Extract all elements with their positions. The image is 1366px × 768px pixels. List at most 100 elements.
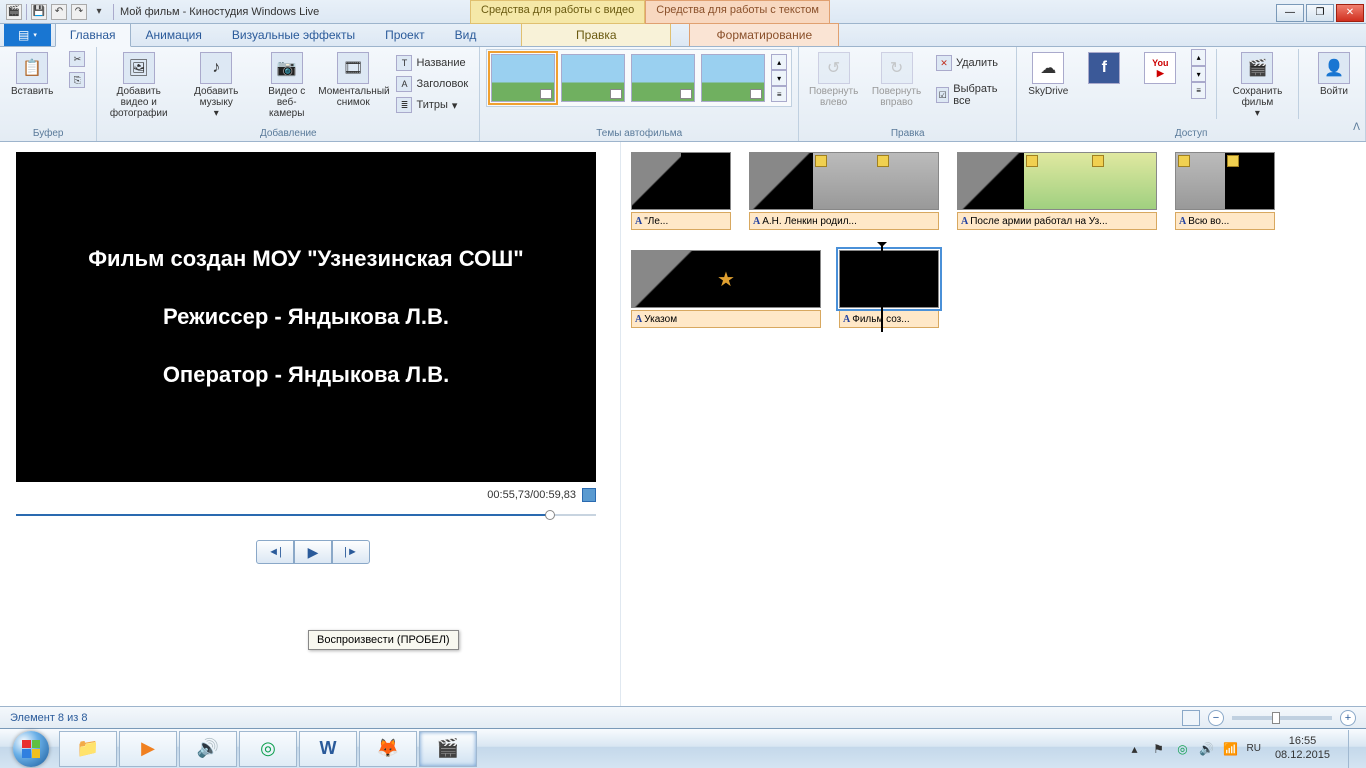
tray-volume-icon[interactable]: 🔊 xyxy=(1198,741,1214,757)
clip-1[interactable]: A"Ле... xyxy=(631,152,731,230)
add-caption-button[interactable]: AЗаголовок xyxy=(391,74,473,94)
clip-text-bar[interactable]: AУказом xyxy=(631,310,821,328)
clip-text-bar[interactable]: AПосле армии работал на Уз... xyxy=(957,212,1157,230)
undo-icon[interactable]: ↶ xyxy=(51,4,67,20)
redo-icon[interactable]: ↷ xyxy=(71,4,87,20)
status-element-count: Элемент 8 из 8 xyxy=(10,712,87,724)
tray-clock[interactable]: 16:55 08.12.2015 xyxy=(1269,735,1336,761)
theme-thumb-1[interactable] xyxy=(491,54,555,102)
paste-button[interactable]: 📋 Вставить xyxy=(6,49,58,100)
delete-button[interactable]: ✕Удалить xyxy=(931,53,1010,73)
share-scroll-down[interactable]: ▾ xyxy=(1191,66,1206,83)
select-all-button[interactable]: ☑Выбрать все xyxy=(931,81,1010,109)
playback-controls: ◄| ▶ |► xyxy=(16,540,610,564)
task-app1[interactable]: ◎ xyxy=(239,731,297,767)
add-video-photo-button[interactable]: 🖼 Добавить видео и фотографии xyxy=(103,49,174,122)
scissors-icon: ✂ xyxy=(69,51,85,67)
tab-view[interactable]: Вид xyxy=(440,23,492,46)
clip-4[interactable]: AВсю во... xyxy=(1175,152,1275,230)
clip-3[interactable]: AПосле армии работал на Уз... xyxy=(957,152,1157,230)
group-themes-label: Темы автофильма xyxy=(486,128,792,141)
copy-button[interactable]: ⎘ xyxy=(64,70,90,90)
share-scroll-up[interactable]: ▴ xyxy=(1191,49,1206,66)
save-icon[interactable]: 💾 xyxy=(31,4,47,20)
text-a-icon: A xyxy=(753,216,760,227)
zoom-slider[interactable] xyxy=(1232,716,1332,720)
task-moviemaker[interactable]: 🎬 xyxy=(419,731,477,767)
theme-thumb-2[interactable] xyxy=(561,54,625,102)
tab-project[interactable]: Проект xyxy=(370,23,440,46)
clip-thumbs[interactable] xyxy=(957,152,1157,210)
storyboard[interactable]: A"Ле... AА.Н. Ленкин родил... AПосле армии… xyxy=(620,142,1366,706)
tray-lang[interactable]: RU xyxy=(1246,741,1260,757)
task-sound[interactable]: 🔊 xyxy=(179,731,237,767)
task-mediaplayer[interactable]: ▶ xyxy=(119,731,177,767)
tab-animation[interactable]: Анимация xyxy=(131,23,217,46)
themes-scroll-down[interactable]: ▾ xyxy=(771,70,787,86)
file-tab[interactable]: ▤ xyxy=(4,24,51,46)
play-button[interactable]: ▶ xyxy=(294,540,332,564)
rotate-left-button[interactable]: ↺ Повернуть влево xyxy=(805,49,862,111)
clip-2[interactable]: AА.Н. Ленкин родил... xyxy=(749,152,939,230)
tab-effects[interactable]: Визуальные эффекты xyxy=(217,23,370,46)
collapse-ribbon-button[interactable]: ᐱ xyxy=(1353,122,1360,133)
tray-network-icon[interactable]: 📶 xyxy=(1222,741,1238,757)
clip-text-bar[interactable]: AФильм соз... xyxy=(839,310,939,328)
clip-text-label: Всю во... xyxy=(1188,216,1229,227)
task-firefox[interactable]: 🦊 xyxy=(359,731,417,767)
prev-frame-button[interactable]: ◄| xyxy=(256,540,294,564)
task-word[interactable]: W xyxy=(299,731,357,767)
zoom-in-button[interactable]: + xyxy=(1340,710,1356,726)
clip-text-bar[interactable]: A"Ле... xyxy=(631,212,731,230)
webcam-button[interactable]: 📷 Видео с веб-камеры xyxy=(258,49,315,122)
signin-button[interactable]: 👤 Войти xyxy=(1309,49,1359,100)
contextual-tab-headers: Средства для работы с видео Средства для… xyxy=(470,0,830,24)
youtube-button[interactable]: You▶ xyxy=(1135,49,1185,89)
clip-thumbs[interactable] xyxy=(749,152,939,210)
clip-5[interactable]: ★ AУказом xyxy=(631,250,821,328)
rotate-right-button[interactable]: ↻ Повернуть вправо xyxy=(868,49,925,111)
clip-thumbs[interactable] xyxy=(1175,152,1275,210)
add-credits-button[interactable]: ≣Титры ▾ xyxy=(391,95,473,115)
clip-thumbs[interactable] xyxy=(839,250,939,308)
tray-flag-icon[interactable]: ⚑ xyxy=(1150,741,1166,757)
share-expand[interactable]: ≡ xyxy=(1191,82,1206,99)
zoom-thumb[interactable] xyxy=(1272,712,1280,724)
show-desktop-button[interactable] xyxy=(1348,730,1358,768)
snapshot-button[interactable]: 🎞 Моментальный снимок xyxy=(321,49,385,111)
themes-scroll-up[interactable]: ▴ xyxy=(771,54,787,70)
tray-expand-icon[interactable]: ▴ xyxy=(1126,741,1142,757)
theme-thumb-3[interactable] xyxy=(631,54,695,102)
facebook-button[interactable]: f xyxy=(1079,49,1129,89)
close-button[interactable]: ✕ xyxy=(1336,4,1364,22)
clip-text-bar[interactable]: AА.Н. Ленкин родил... xyxy=(749,212,939,230)
maximize-button[interactable]: ❐ xyxy=(1306,4,1334,22)
view-toggle-button[interactable] xyxy=(1182,710,1200,726)
add-title-button[interactable]: TНазвание xyxy=(391,53,473,73)
themes-expand[interactable]: ≡ xyxy=(771,86,787,102)
add-music-button[interactable]: ♪ Добавить музыку▾ xyxy=(180,49,252,122)
task-explorer[interactable]: 📁 xyxy=(59,731,117,767)
clip-thumbs[interactable]: ★ xyxy=(631,250,821,308)
skydrive-button[interactable]: ☁ SkyDrive xyxy=(1023,49,1073,100)
save-movie-button[interactable]: 🎬 Сохранить фильм▾ xyxy=(1227,49,1288,122)
zoom-out-button[interactable]: − xyxy=(1208,710,1224,726)
tab-video-edit[interactable]: Правка xyxy=(521,23,671,46)
tab-text-format[interactable]: Форматирование xyxy=(689,23,839,46)
app-icon[interactable]: 🎬 xyxy=(6,4,22,20)
tray-av-icon[interactable]: ◎ xyxy=(1174,741,1190,757)
tray-date: 08.12.2015 xyxy=(1275,749,1330,762)
minimize-button[interactable]: — xyxy=(1276,4,1304,22)
clip-6[interactable]: AФильм соз... xyxy=(839,250,939,328)
seek-thumb[interactable] xyxy=(545,510,555,520)
clip-thumbs[interactable] xyxy=(631,152,731,210)
fullscreen-button[interactable] xyxy=(582,488,596,502)
next-frame-button[interactable]: |► xyxy=(332,540,370,564)
cut-button[interactable]: ✂ xyxy=(64,49,90,69)
seek-slider[interactable] xyxy=(16,508,596,522)
clip-text-bar[interactable]: AВсю во... xyxy=(1175,212,1275,230)
tab-home[interactable]: Главная xyxy=(55,23,131,47)
theme-thumb-4[interactable] xyxy=(701,54,765,102)
start-button[interactable] xyxy=(4,730,58,768)
qat-customize-icon[interactable]: ▾ xyxy=(91,4,107,20)
